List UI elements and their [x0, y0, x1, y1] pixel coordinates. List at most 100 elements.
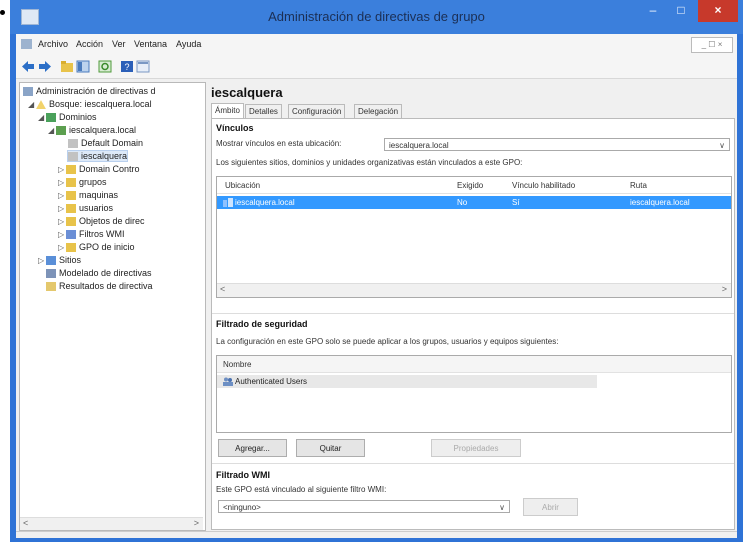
tree-gpo-objects[interactable]: ▷ Objetos de direc — [58, 216, 145, 227]
tab-ambito[interactable]: Ámbito — [211, 103, 244, 119]
expanded-arrow-icon[interactable]: ◢ — [48, 126, 56, 135]
scroll-right-icon[interactable]: > — [722, 284, 727, 294]
collapsed-arrow-icon[interactable]: ▷ — [58, 217, 66, 226]
divider — [212, 463, 734, 464]
links-description: Los siguientes sitios, dominios y unidad… — [216, 158, 523, 167]
show-tree-icon[interactable] — [76, 60, 90, 73]
wmi-filter-icon — [66, 230, 76, 240]
tree-domain-controllers[interactable]: ▷ Domain Contro — [58, 164, 140, 175]
table-row[interactable]: iescalquera.local No Sí iescalquera.loca… — [217, 196, 731, 209]
tree-starter-gpo[interactable]: ▷ GPO de inicio — [58, 242, 135, 253]
tree-wmi-filters[interactable]: ▷ Filtros WMI — [58, 229, 125, 240]
gpo-link-icon — [68, 152, 78, 162]
wmi-filter-dropdown[interactable]: <ninguno> ∨ — [218, 500, 510, 513]
collapsed-arrow-icon[interactable]: ▷ — [38, 256, 46, 265]
links-list-header: Ubicación Exigido Vínculo habilitado Rut… — [217, 177, 731, 194]
menu-ventana[interactable]: Ventana — [134, 39, 167, 49]
main-window: Administración de directivas de grupo – … — [10, 0, 743, 542]
collapsed-arrow-icon[interactable]: ▷ — [58, 230, 66, 239]
details-pane: iescalquera Ámbito Detalles Configuració… — [207, 82, 735, 530]
properties-button[interactable]: Propiedades — [431, 439, 521, 457]
menu-archivo[interactable]: Archivo — [38, 39, 68, 49]
console-tree: Administración de directivas d ◢ Bosque: … — [19, 82, 206, 531]
gpo-title: iescalquera — [211, 85, 283, 100]
col-ubicacion[interactable]: Ubicación — [225, 181, 260, 190]
scroll-right-icon[interactable]: > — [194, 518, 199, 528]
scroll-left-icon[interactable]: < — [23, 518, 28, 528]
tree-usuarios[interactable]: ▷ usuarios — [58, 203, 113, 214]
add-button[interactable]: Agregar... — [218, 439, 287, 457]
scroll-left-icon[interactable]: < — [220, 284, 225, 294]
menu-ayuda[interactable]: Ayuda — [176, 39, 201, 49]
ou-folder-icon — [66, 204, 76, 214]
tree-results[interactable]: Resultados de directiva — [46, 281, 153, 292]
results-icon — [46, 282, 56, 292]
ou-folder-icon — [66, 165, 76, 175]
tree-maquinas[interactable]: ▷ maquinas — [58, 190, 118, 201]
list-item[interactable]: Authenticated Users — [217, 375, 597, 388]
show-links-label: Mostrar vínculos en esta ubicación: — [216, 139, 342, 148]
bullet-dot — [0, 10, 5, 15]
tree-forest[interactable]: ◢ Bosque: iescalquera.local — [28, 99, 152, 110]
maximize-button[interactable]: □ — [668, 0, 694, 22]
minimize-button[interactable]: – — [640, 0, 666, 22]
col-exigido[interactable]: Exigido — [457, 181, 483, 190]
tree-grupos[interactable]: ▷ grupos — [58, 177, 107, 188]
security-heading: Filtrado de seguridad — [216, 319, 308, 329]
tab-delegacion[interactable]: Delegación — [354, 104, 403, 118]
location-dropdown[interactable]: iescalquera.local ∨ — [384, 138, 730, 151]
tree-root[interactable]: Administración de directivas d — [23, 86, 156, 97]
tree-sites[interactable]: ▷ Sitios — [38, 255, 81, 266]
tree-modeling[interactable]: Modelado de directivas — [46, 268, 152, 279]
menu-bar: Archivo Acción Ver Ventana Ayuda _ ☐ × — [16, 34, 737, 57]
collapsed-arrow-icon[interactable]: ▷ — [58, 243, 66, 252]
help-icon[interactable]: ? — [120, 60, 134, 73]
remove-button[interactable]: Quitar — [296, 439, 365, 457]
status-bar — [16, 531, 737, 538]
security-description: La configuración en este GPO solo se pue… — [216, 337, 559, 346]
wmi-description: Este GPO está vinculado al siguiente fil… — [216, 485, 387, 494]
console-icon[interactable] — [136, 60, 150, 73]
col-ruta[interactable]: Ruta — [630, 181, 647, 190]
menu-ver[interactable]: Ver — [112, 39, 126, 49]
scope-panel: Vínculos Mostrar vínculos en esta ubicac… — [211, 118, 735, 530]
close-button[interactable]: × — [698, 0, 738, 22]
tree-gpo-iescalquera[interactable]: iescalquera — [66, 149, 129, 163]
refresh-icon[interactable] — [98, 60, 112, 73]
menu-icon — [21, 39, 32, 49]
collapsed-arrow-icon[interactable]: ▷ — [58, 204, 66, 213]
tree-horizontal-scrollbar[interactable]: < > — [20, 517, 203, 530]
users-group-icon — [223, 377, 233, 388]
links-horizontal-scrollbar[interactable]: < > — [217, 283, 731, 297]
mdi-controls[interactable]: _ ☐ × — [691, 37, 733, 53]
location-value: iescalquera.local — [389, 141, 449, 150]
up-folder-icon[interactable] — [60, 60, 74, 73]
title-bar[interactable]: Administración de directivas de grupo – … — [10, 0, 743, 34]
toolbar: ? — [16, 56, 737, 79]
collapsed-arrow-icon[interactable]: ▷ — [58, 191, 66, 200]
tree-domains[interactable]: ◢ Dominios — [38, 112, 97, 123]
tab-configuracion[interactable]: Configuración — [288, 104, 346, 118]
tree-default-domain[interactable]: Default Domain — [68, 138, 143, 149]
console-root-icon — [23, 87, 33, 97]
col-vinculo-habilitado[interactable]: Vínculo habilitado — [512, 181, 575, 190]
expanded-arrow-icon[interactable]: ◢ — [38, 113, 46, 122]
security-list-header: Nombre — [217, 356, 731, 373]
links-list[interactable]: Ubicación Exigido Vínculo habilitado Rut… — [216, 176, 732, 298]
col-nombre[interactable]: Nombre — [223, 360, 251, 369]
expanded-arrow-icon[interactable]: ◢ — [28, 100, 36, 109]
row-location: iescalquera.local — [235, 198, 295, 207]
collapsed-arrow-icon[interactable]: ▷ — [58, 178, 66, 187]
svg-text:?: ? — [125, 62, 130, 72]
tree-domain[interactable]: ◢ iescalquera.local — [48, 125, 136, 136]
gpo-folder-icon — [66, 217, 76, 227]
security-list[interactable]: Nombre Authenticated Users — [216, 355, 732, 433]
menu-accion[interactable]: Acción — [76, 39, 103, 49]
tab-detalles[interactable]: Detalles — [245, 104, 282, 118]
collapsed-arrow-icon[interactable]: ▷ — [58, 165, 66, 174]
forward-arrow-icon[interactable] — [38, 60, 52, 73]
domains-icon — [46, 113, 56, 123]
open-button[interactable]: Abrir — [523, 498, 578, 516]
wmi-heading: Filtrado WMI — [216, 470, 270, 480]
back-arrow-icon[interactable] — [21, 60, 35, 73]
